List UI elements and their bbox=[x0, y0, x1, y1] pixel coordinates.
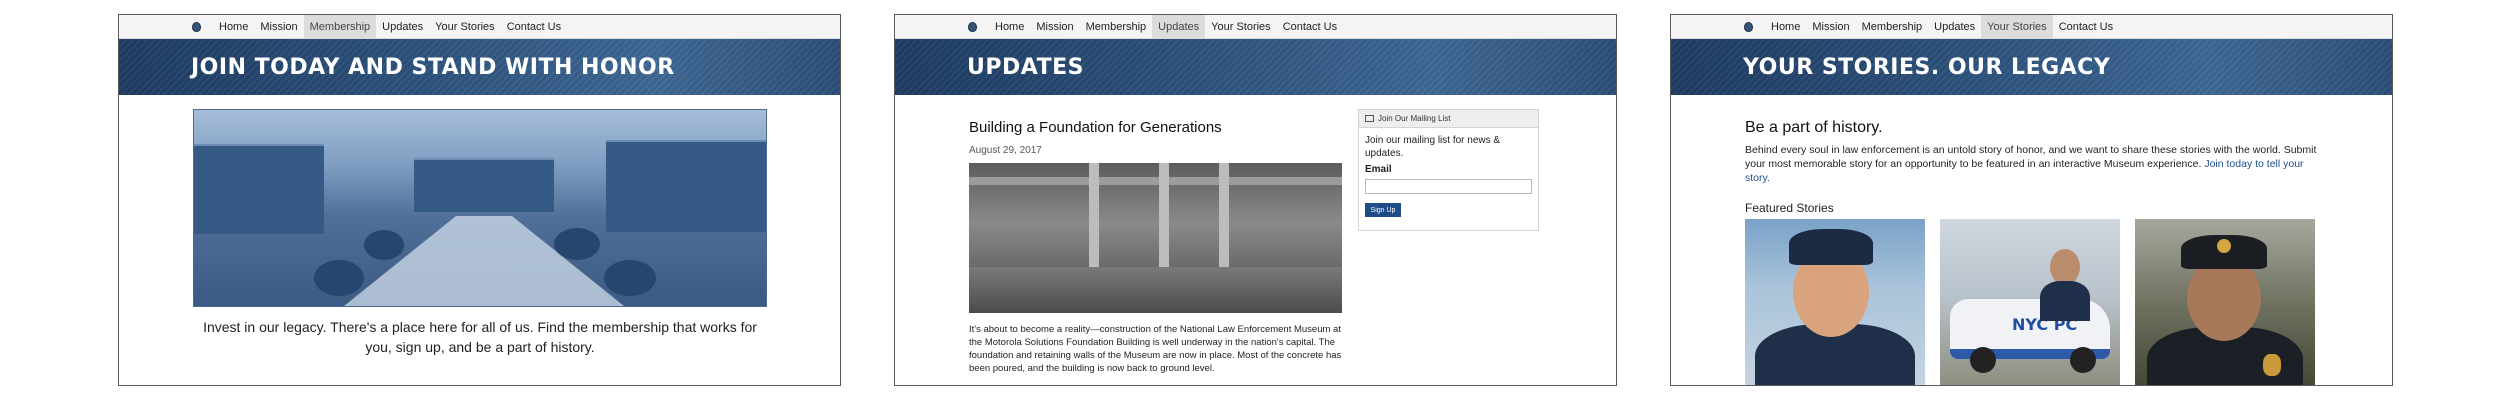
badge-logo-icon bbox=[967, 21, 977, 32]
screenshot-updates: Home Mission Membership Updates Your Sto… bbox=[894, 14, 1617, 386]
page-banner: YOUR STORIES. OUR LEGACY bbox=[1671, 39, 2392, 95]
tree bbox=[364, 230, 404, 260]
nav-membership[interactable]: Membership bbox=[1856, 15, 1929, 38]
page-title: YOUR STORIES. OUR LEGACY bbox=[1743, 54, 2111, 80]
nav-home[interactable]: Home bbox=[989, 15, 1030, 38]
nav-your-stories[interactable]: Your Stories bbox=[1205, 15, 1277, 38]
construction-photo bbox=[969, 163, 1342, 313]
top-nav: Home Mission Membership Updates Your Sto… bbox=[895, 15, 1616, 39]
nav-your-stories[interactable]: Your Stories bbox=[1981, 15, 2053, 38]
tree bbox=[554, 228, 600, 260]
page-banner: JOIN TODAY AND STAND WITH HONOR bbox=[119, 39, 840, 95]
page-banner: UPDATES bbox=[895, 39, 1616, 95]
nav-membership[interactable]: Membership bbox=[1080, 15, 1153, 38]
membership-intro-text: Invest in our legacy. There's a place he… bbox=[203, 319, 757, 355]
nav-contact-us[interactable]: Contact Us bbox=[501, 15, 567, 38]
top-nav: Home Mission Membership Updates Your Sto… bbox=[119, 15, 840, 39]
site-logo[interactable] bbox=[189, 15, 203, 38]
building-center bbox=[414, 158, 554, 212]
officer-face bbox=[2050, 249, 2080, 285]
badge-logo-icon bbox=[1743, 21, 1753, 32]
nav-home[interactable]: Home bbox=[213, 15, 254, 38]
building-left bbox=[194, 144, 324, 234]
mailing-list-text: Join our mailing list for news & updates… bbox=[1365, 135, 1501, 159]
post-date: August 29, 2017 bbox=[969, 145, 1042, 156]
nav-contact-us[interactable]: Contact Us bbox=[1277, 15, 1343, 38]
stories-body: Behind every soul in law enforcement is … bbox=[1745, 143, 2325, 185]
nav-mission[interactable]: Mission bbox=[1806, 15, 1855, 38]
post-title[interactable]: Building a Foundation for Generations bbox=[969, 119, 1222, 136]
ceiling-beam bbox=[969, 177, 1342, 185]
memorial-hero-image bbox=[193, 109, 767, 307]
mailing-list-widget: Join Our Mailing List Join our mailing l… bbox=[1358, 109, 1539, 231]
featured-stories-label: Featured Stories bbox=[1745, 201, 1834, 215]
stories-heading: Be a part of history. bbox=[1745, 119, 1883, 136]
featured-story-photo[interactable] bbox=[2135, 219, 2315, 385]
nav-updates[interactable]: Updates bbox=[1152, 15, 1206, 38]
officer-cap bbox=[1789, 229, 1873, 265]
screenshot-your-stories: Home Mission Membership Updates Your Sto… bbox=[1670, 14, 2393, 386]
sign-up-button[interactable]: Sign Up bbox=[1365, 203, 1401, 217]
nav-membership[interactable]: Membership bbox=[303, 15, 377, 38]
featured-story-photo[interactable] bbox=[1745, 219, 1925, 385]
site-logo[interactable] bbox=[965, 15, 979, 38]
badge-logo-icon bbox=[191, 21, 201, 32]
post-body: It's about to become a reality—construct… bbox=[969, 324, 1342, 374]
tree bbox=[314, 260, 364, 296]
email-field[interactable] bbox=[1365, 179, 1532, 194]
email-label: Email bbox=[1365, 164, 1392, 175]
top-nav: Home Mission Membership Updates Your Sto… bbox=[1671, 15, 2392, 39]
cap-badge-icon bbox=[2217, 239, 2231, 253]
nav-updates[interactable]: Updates bbox=[1928, 15, 1981, 38]
nav-your-stories[interactable]: Your Stories bbox=[429, 15, 501, 38]
tree bbox=[604, 260, 656, 296]
envelope-icon bbox=[1365, 115, 1374, 122]
nav-contact-us[interactable]: Contact Us bbox=[2053, 15, 2119, 38]
page-title: JOIN TODAY AND STAND WITH HONOR bbox=[191, 54, 675, 80]
building-right bbox=[606, 140, 766, 232]
officer-uniform bbox=[2040, 281, 2090, 321]
nav-mission[interactable]: Mission bbox=[254, 15, 303, 38]
nav-updates[interactable]: Updates bbox=[376, 15, 429, 38]
car-wheel bbox=[1970, 347, 1996, 373]
mailing-list-header: Join Our Mailing List bbox=[1359, 110, 1538, 128]
featured-story-photo[interactable]: NYC PC bbox=[1940, 219, 2120, 385]
concrete-floor bbox=[969, 267, 1342, 313]
nav-home[interactable]: Home bbox=[1765, 15, 1806, 38]
site-logo[interactable] bbox=[1741, 15, 1755, 38]
nav-mission[interactable]: Mission bbox=[1030, 15, 1079, 38]
page-title: UPDATES bbox=[967, 54, 1084, 80]
car-wheel bbox=[2070, 347, 2096, 373]
mailing-list-title: Join Our Mailing List bbox=[1378, 114, 1451, 123]
chest-badge-icon bbox=[2263, 354, 2281, 376]
screenshot-membership: Home Mission Membership Updates Your Sto… bbox=[118, 14, 841, 386]
